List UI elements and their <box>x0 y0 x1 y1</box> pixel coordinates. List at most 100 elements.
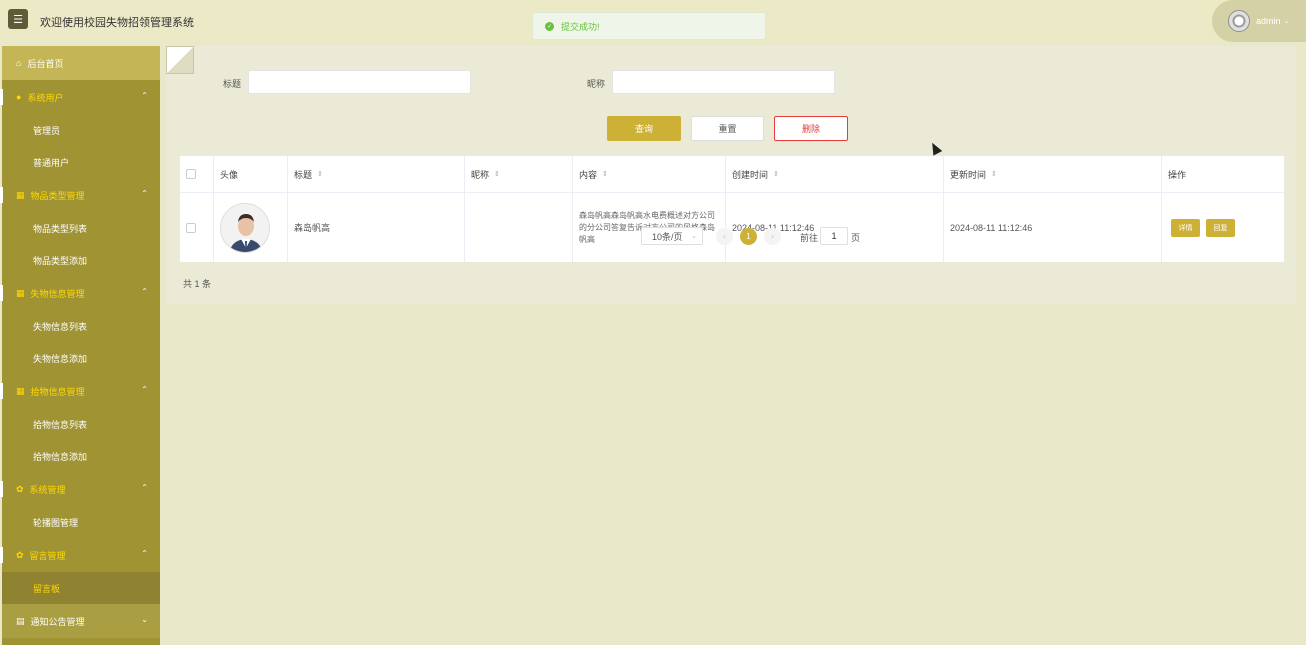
doc-icon: ▤ <box>16 615 25 626</box>
app-title: 欢迎使用校园失物招领管理系统 <box>40 17 194 29</box>
header-nickname-label: 昵称 <box>471 169 490 180</box>
header-content-label: 内容 <box>579 169 598 180</box>
sidebar-home-label: 后台首页 <box>27 58 64 69</box>
sidebar-item-normal-user[interactable]: 普通用户 <box>2 146 160 178</box>
sidebar-item-home[interactable]: ⌂ 后台首页 <box>2 46 160 80</box>
row-avatar-cell <box>214 193 288 262</box>
hamburger-icon[interactable]: ☰ <box>8 9 28 29</box>
pagination-total: 共 1 条 <box>183 279 212 289</box>
sidebar-item-message-board[interactable]: 留言板 <box>2 572 160 604</box>
sidebar-group-announcements[interactable]: ▤ 通知公告管理 ⌄ <box>2 604 160 638</box>
row-nickname-cell <box>465 193 573 262</box>
data-table: 头像 标题 ⇕ 昵称 ⇕ 内容 ⇕ 创建时间 ⇕ 更新时间 ⇕ 操作 森岛帆高 … <box>180 156 1284 262</box>
row-title: 森岛帆高 <box>294 223 331 233</box>
sidebar-group-label: 留言管理 <box>29 550 66 561</box>
header-created[interactable]: 创建时间 ⇕ <box>726 156 944 192</box>
select-all-cell <box>180 156 214 192</box>
row-updated-cell: 2024-08-11 11:12:46 <box>944 193 1162 262</box>
sort-icon[interactable]: ⇕ <box>317 170 323 178</box>
sidebar-group-messages[interactable]: ✿ 留言管理 ⌃ <box>0 538 160 572</box>
header-updated-label: 更新时间 <box>950 169 987 180</box>
user-avatar <box>1228 10 1250 32</box>
page-size-select[interactable]: 10条/页 ⌄ <box>641 227 703 245</box>
sidebar-item-carousel[interactable]: 轮播图管理 <box>2 506 160 538</box>
sort-icon[interactable]: ⇕ <box>991 170 997 178</box>
header-title-label: 标题 <box>294 169 313 180</box>
reply-button[interactable]: 回复 <box>1206 218 1235 237</box>
row-select-cell <box>180 193 214 262</box>
header-content[interactable]: 内容 ⇕ <box>573 156 726 192</box>
sidebar-group-system-users[interactable]: ● 系统用户 ⌃ <box>0 80 160 114</box>
goto-page-input[interactable] <box>820 227 848 245</box>
sidebar-group-found-info[interactable]: ▦ 拾物信息管理 ⌃ <box>0 374 160 408</box>
chevron-down-icon: ⌄ <box>1283 18 1290 25</box>
delete-button[interactable]: 删除 <box>774 116 848 141</box>
sidebar-group-label: 拾物信息管理 <box>30 386 85 397</box>
row-checkbox[interactable] <box>186 222 196 233</box>
header-updated[interactable]: 更新时间 ⇕ <box>944 156 1162 192</box>
title-search-input[interactable] <box>248 70 471 94</box>
chevron-up-icon: ⌃ <box>141 189 148 198</box>
detail-button[interactable]: 详情 <box>1171 218 1200 237</box>
gear-icon: ✿ <box>16 483 24 494</box>
sidebar-group-label: 系统用户 <box>27 92 64 103</box>
sidebar-group-label: 系统管理 <box>29 484 66 495</box>
table-header-row: 头像 标题 ⇕ 昵称 ⇕ 内容 ⇕ 创建时间 ⇕ 更新时间 ⇕ 操作 <box>180 156 1284 193</box>
sidebar-item-found-list[interactable]: 拾物信息列表 <box>2 408 160 440</box>
gear-icon: ✿ <box>16 549 24 560</box>
grid-icon: ▦ <box>16 385 25 396</box>
row-title-cell: 森岛帆高 <box>288 193 465 262</box>
home-icon: ⌂ <box>16 58 22 68</box>
header-nickname[interactable]: 昵称 ⇕ <box>465 156 573 192</box>
nickname-label: 昵称 <box>587 79 606 89</box>
username: admin <box>1256 16 1281 26</box>
sidebar-item-found-add[interactable]: 拾物信息添加 <box>2 440 160 472</box>
sidebar-item-admin[interactable]: 管理员 <box>2 114 160 146</box>
sidebar-item-type-add[interactable]: 物品类型添加 <box>2 244 160 276</box>
sidebar-group-label: 通知公告管理 <box>30 616 85 627</box>
sidebar-item-type-list[interactable]: 物品类型列表 <box>2 212 160 244</box>
row-avatar-photo <box>220 202 270 253</box>
grid-icon: ▦ <box>16 287 25 298</box>
check-circle-icon: ✓ <box>545 21 554 31</box>
row-updated: 2024-08-11 11:12:46 <box>950 222 1033 233</box>
chevron-down-icon: ⌄ <box>141 615 148 624</box>
sidebar-group-label: 失物信息管理 <box>30 288 85 299</box>
sidebar-group-lost-info[interactable]: ▦ 失物信息管理 ⌃ <box>0 276 160 310</box>
header-actions: 操作 <box>1162 156 1284 192</box>
sidebar-group-label: 物品类型管理 <box>30 190 85 201</box>
user-icon: ● <box>16 92 22 102</box>
nickname-search-input[interactable] <box>612 70 835 94</box>
panel-corner-fold <box>166 46 194 74</box>
sidebar-group-system-management[interactable]: ✿ 系统管理 ⌃ <box>0 472 160 506</box>
reset-button[interactable]: 重置 <box>691 116 764 141</box>
select-all-checkbox[interactable] <box>186 169 196 179</box>
header-avatar-label: 头像 <box>220 169 239 180</box>
sort-icon[interactable]: ⇕ <box>773 170 779 178</box>
query-button[interactable]: 查询 <box>607 116 681 141</box>
chevron-up-icon: ⌃ <box>141 91 148 100</box>
next-page-button[interactable]: › <box>764 228 781 245</box>
user-menu[interactable]: admin ⌄ <box>1212 0 1306 42</box>
title-label: 标题 <box>223 79 242 89</box>
sidebar: ⌂ 后台首页 ● 系统用户 ⌃ 管理员 普通用户 ▦ 物品类型管理 ⌃ 物品类型… <box>0 46 160 645</box>
chevron-down-icon: ⌄ <box>691 233 697 240</box>
goto-prefix: 前往 <box>800 233 819 243</box>
sort-icon[interactable]: ⇕ <box>602 170 608 178</box>
chevron-up-icon: ⌃ <box>141 385 148 394</box>
sort-icon[interactable]: ⇕ <box>494 170 500 178</box>
main-panel: 标题 昵称 查询 重置 删除 头像 标题 ⇕ 昵称 ⇕ 内容 ⇕ 创建时间 ⇕ … <box>166 46 1296 304</box>
page-number-current[interactable]: 1 <box>740 228 757 245</box>
chevron-up-icon: ⌃ <box>141 287 148 296</box>
sidebar-group-item-types[interactable]: ▦ 物品类型管理 ⌃ <box>0 178 160 212</box>
prev-page-button[interactable]: ‹ <box>716 228 733 245</box>
success-toast: ✓ 提交成功! <box>532 12 766 40</box>
goto-suffix: 页 <box>851 233 861 243</box>
sidebar-item-lost-list[interactable]: 失物信息列表 <box>2 310 160 342</box>
header-actions-label: 操作 <box>1168 169 1187 180</box>
sidebar-item-lost-add[interactable]: 失物信息添加 <box>2 342 160 374</box>
header-created-label: 创建时间 <box>732 169 769 180</box>
header-avatar: 头像 <box>214 156 288 192</box>
grid-icon: ▦ <box>16 189 25 200</box>
header-title[interactable]: 标题 ⇕ <box>288 156 465 192</box>
